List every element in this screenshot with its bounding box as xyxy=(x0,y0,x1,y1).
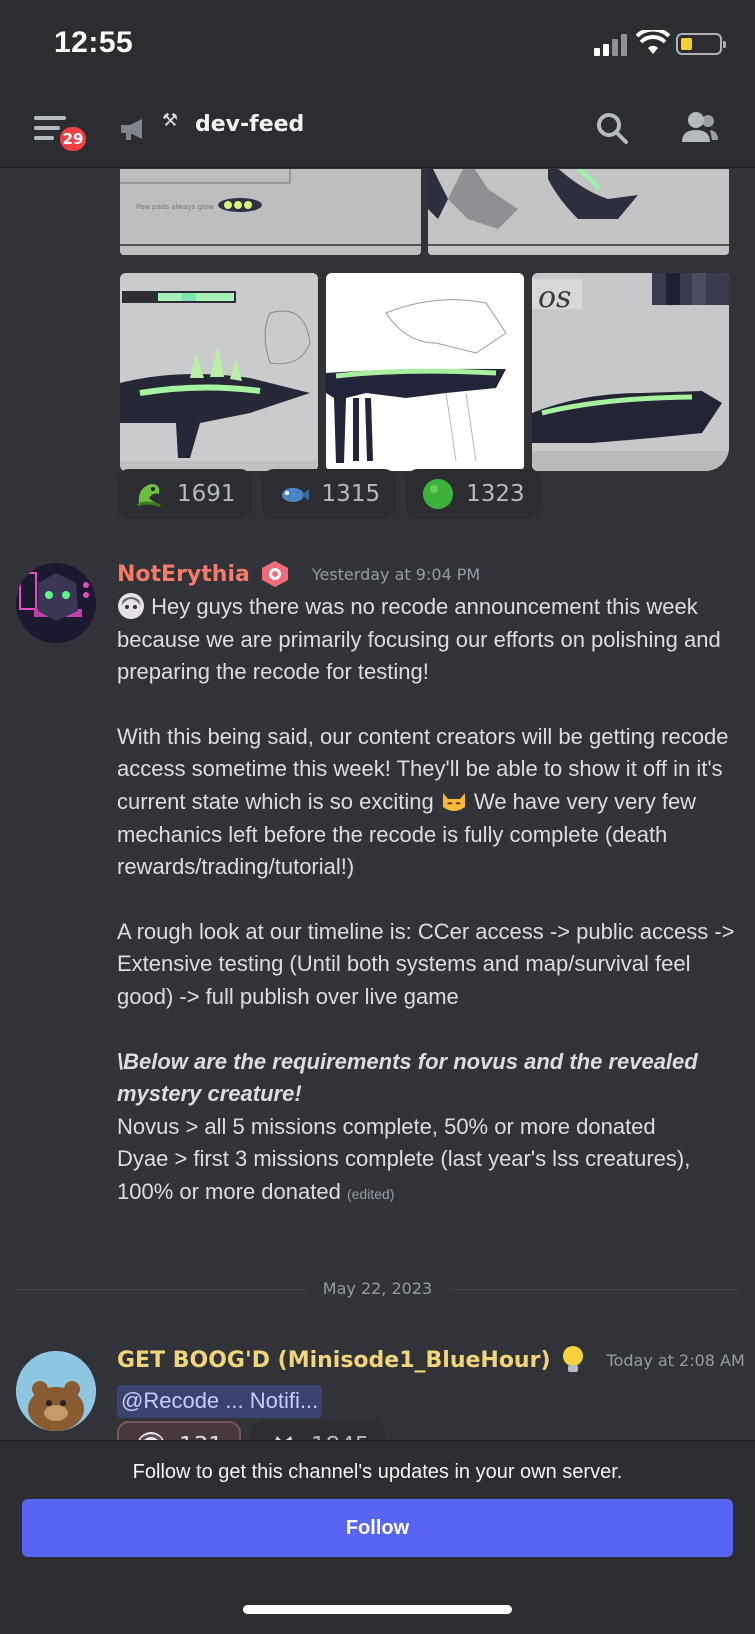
search-icon[interactable] xyxy=(594,110,630,146)
follow-note: Follow to get this channel's updates in … xyxy=(132,1461,623,1483)
attachment-image[interactable] xyxy=(428,169,729,255)
reaction-chip[interactable]: 1845 xyxy=(250,1421,386,1440)
message-paragraph: Dyae > first 3 missions complete (last y… xyxy=(117,1146,691,1204)
message-paragraph xyxy=(117,689,737,721)
message-paragraph: \Below are the requirements for novus an… xyxy=(117,1048,698,1107)
reaction-chip[interactable]: 1315 xyxy=(261,469,397,519)
author-row: GET BOOG'D (Minisode1_BlueHour) Today at… xyxy=(117,1345,745,1375)
wolf-emoji-icon xyxy=(275,1436,293,1440)
attachment-image[interactable]: os xyxy=(532,273,729,471)
attachment-image[interactable]: Paw pads always glow xyxy=(120,169,421,255)
hammer-icon: ⚒ xyxy=(162,110,179,131)
author-name[interactable]: GET BOOG'D (Minisode1_BlueHour) xyxy=(117,1348,551,1373)
message-timestamp: Today at 2:08 AM xyxy=(606,1350,745,1370)
avatar[interactable] xyxy=(16,563,96,643)
reaction-count: 1315 xyxy=(321,481,381,507)
home-indicator[interactable] xyxy=(243,1605,512,1614)
dragon-emoji-icon xyxy=(136,484,162,508)
message-paragraph: Novus > all 5 missions complete, 50% or … xyxy=(117,1113,656,1139)
avatar[interactable] xyxy=(16,1351,96,1431)
reaction-count: 1845 xyxy=(311,1433,370,1440)
fish-emoji-icon xyxy=(281,488,309,502)
message-paragraph: Hey guys there was no recode announcemen… xyxy=(117,594,721,685)
reaction-count: 1691 xyxy=(177,481,236,507)
status-bar: 12:55 xyxy=(0,0,755,92)
battery-icon xyxy=(676,33,726,55)
author-name[interactable]: NotErythia xyxy=(117,562,250,587)
message-paragraph xyxy=(117,1014,737,1046)
girl-emoji-icon xyxy=(138,1432,164,1440)
notification-badge: 29 xyxy=(57,124,89,154)
follow-footer: Follow to get this channel's updates in … xyxy=(0,1440,755,1634)
green-circle-emoji-icon xyxy=(423,479,454,509)
date-divider-label: May 22, 2023 xyxy=(322,1279,433,1298)
wifi-icon xyxy=(636,30,670,54)
reaction-bar: 131 1845 xyxy=(117,1421,386,1440)
role-mention[interactable]: @Recode ... Notifi... xyxy=(117,1385,323,1418)
cellular-signal-icon xyxy=(594,34,628,56)
message-feed[interactable]: Paw pads always glow os 1691 1315 1323 N… xyxy=(0,169,755,1440)
reaction-bar: 1691 1315 1323 xyxy=(117,469,541,519)
lightbulb-icon xyxy=(562,1346,583,1372)
message-timestamp: Yesterday at 9:04 PM xyxy=(311,564,481,584)
status-time: 12:55 xyxy=(54,26,134,59)
message-paragraph xyxy=(117,884,737,916)
reaction-chip[interactable]: 1691 xyxy=(117,469,252,519)
reaction-chip[interactable]: 131 xyxy=(117,1421,241,1440)
reaction-count: 131 xyxy=(179,1433,223,1440)
announcement-channel-icon xyxy=(121,119,142,140)
image-text: os xyxy=(538,280,571,315)
reaction-chip[interactable]: 1323 xyxy=(406,469,541,519)
message-paragraph: A rough look at our timeline is: CCer ac… xyxy=(117,918,735,1009)
edited-label: (edited) xyxy=(346,1185,395,1202)
date-divider: May 22, 2023 xyxy=(16,1279,739,1299)
follow-button[interactable]: Follow xyxy=(22,1499,733,1557)
channel-name: dev-feed xyxy=(195,112,305,137)
reaction-count: 1323 xyxy=(466,481,525,507)
message-content: @Recode ... Notifi... xyxy=(117,1385,737,1418)
author-row: NotErythia Yesterday at 9:04 PM xyxy=(117,559,480,589)
message-content: Hey guys there was no recode announcemen… xyxy=(117,591,737,1211)
image-caption: Paw pads always glow xyxy=(136,203,214,211)
attachment-image[interactable] xyxy=(326,273,524,471)
members-icon[interactable] xyxy=(680,110,720,146)
cat-emoji-icon xyxy=(442,792,465,811)
role-icon xyxy=(261,561,288,587)
channel-header: 29 ⚒ dev-feed xyxy=(0,92,755,168)
attachment-image[interactable] xyxy=(120,273,318,471)
girl-emoji-icon xyxy=(118,593,144,619)
